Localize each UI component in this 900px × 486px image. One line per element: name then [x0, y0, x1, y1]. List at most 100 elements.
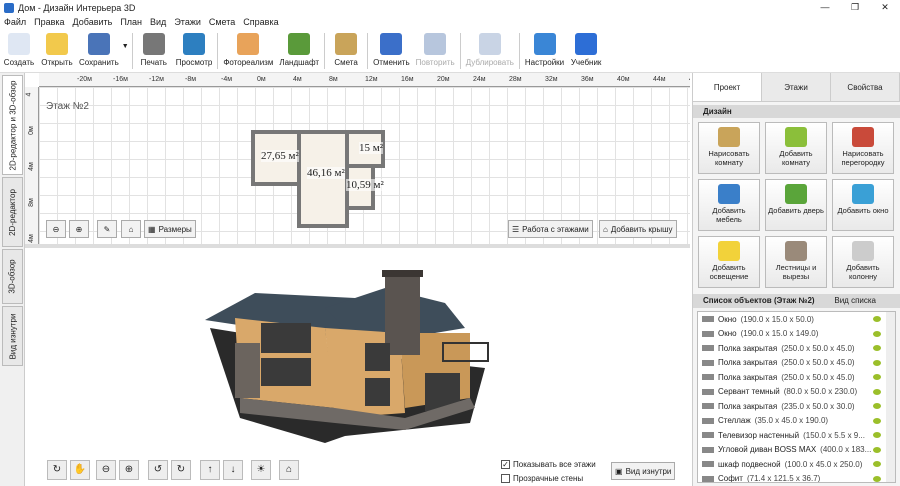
design-button[interactable]: Добавить колонну	[832, 236, 894, 288]
add-roof-button[interactable]: ⌂ Добавить крышу	[599, 220, 677, 238]
list-item[interactable]: Полка закрытая (250.0 x 50.0 x 45.0)	[698, 341, 895, 356]
design-button[interactable]: Лестницы и вырезы	[765, 236, 827, 288]
list-item[interactable]: шкаф подвесной (100.0 x 45.0 x 250.0)	[698, 457, 895, 472]
menu-view[interactable]: Вид	[150, 17, 166, 27]
list-item[interactable]: Угловой диван BOSS MAX (400.0 x 183...	[698, 443, 895, 458]
room[interactable]	[297, 130, 349, 228]
inside-view-button[interactable]: ▣ Вид изнутри	[611, 462, 676, 480]
object-icon	[702, 388, 714, 395]
create-button[interactable]: Создать	[0, 29, 38, 73]
tilt-up-button[interactable]: ↑	[200, 460, 220, 480]
list-item[interactable]: Стеллаж (35.0 x 45.0 x 190.0)	[698, 414, 895, 429]
design-button[interactable]: Добавить мебель	[698, 179, 760, 231]
visibility-eye-icon[interactable]	[873, 417, 881, 424]
list-item[interactable]: Полка закрытая (250.0 x 50.0 x 45.0)	[698, 370, 895, 385]
visibility-eye-icon[interactable]	[873, 432, 881, 439]
list-item[interactable]: Софит (71.4 x 121.5 x 36.7)	[698, 472, 895, 482]
plan-editor[interactable]: -20м -16м -12м -8м -4м 0м 4м 8м 12м 16м 20м 24м 28м 3…	[25, 73, 690, 244]
zoom-in-3d-button[interactable]: ⊕	[119, 460, 139, 480]
estimate-button[interactable]: Смета	[327, 29, 365, 73]
lighting-button[interactable]: ☀	[251, 460, 271, 480]
list-item[interactable]: Полка закрытая (235.0 x 50.0 x 30.0)	[698, 399, 895, 414]
redo-button[interactable]: Повторить	[413, 29, 458, 73]
rotate-360-button[interactable]: ↻	[47, 460, 67, 480]
menu-floors[interactable]: Этажи	[174, 17, 201, 27]
list-item[interactable]: Телевизор настенный (150.0 x 5.5 x 9...	[698, 428, 895, 443]
design-button[interactable]: Добавить комнату	[765, 122, 827, 174]
menu-file[interactable]: Файл	[4, 17, 26, 27]
floors-button[interactable]: ☰ Работа с этажами	[508, 220, 593, 238]
visibility-eye-icon[interactable]	[873, 446, 881, 453]
object-dimensions: (100.0 x 45.0 x 250.0)	[784, 459, 863, 469]
design-button[interactable]: Добавить окно	[832, 179, 894, 231]
menu-add[interactable]: Добавить	[73, 17, 113, 27]
zoom-in-button[interactable]: ⊕	[69, 220, 89, 238]
design-button[interactable]: Нарисовать перегородку	[832, 122, 894, 174]
home-button[interactable]: ⌂	[121, 220, 141, 238]
landscape-button[interactable]: Ландшафт	[276, 29, 322, 73]
menu-plan[interactable]: План	[120, 17, 142, 27]
window-icon	[852, 184, 874, 204]
sizes-button[interactable]: ▦ Размеры	[144, 220, 196, 238]
roof-icon: ⌂	[603, 224, 608, 234]
save-button[interactable]: Сохранить	[76, 29, 122, 73]
design-button[interactable]: Добавить дверь	[765, 179, 827, 231]
visibility-eye-icon[interactable]	[873, 330, 881, 337]
rotate-right-button[interactable]: ↻	[171, 460, 191, 480]
tab-2d-3d[interactable]: 2D-редактор и 3D-обзор	[2, 75, 23, 175]
list-item[interactable]: Сервант темный (80.0 x 50.0 x 230.0)	[698, 385, 895, 400]
zoom-out-3d-button[interactable]: ⊖	[96, 460, 116, 480]
measure-button[interactable]: ✎	[97, 220, 117, 238]
list-item[interactable]: Окно (190.0 x 15.0 x 50.0)	[698, 312, 895, 327]
close-icon[interactable]: ✕	[870, 0, 900, 15]
tilt-down-button[interactable]: ↓	[223, 460, 243, 480]
visibility-eye-icon[interactable]	[873, 403, 881, 410]
settings-button[interactable]: Настройки	[522, 29, 567, 73]
photorealism-button[interactable]: Фотореализм	[220, 29, 276, 73]
visibility-eye-icon[interactable]	[873, 461, 881, 468]
ruler-tick-label: 48м	[689, 76, 690, 83]
rotate-left-button[interactable]: ↺	[148, 460, 168, 480]
open-button[interactable]: Открыть	[38, 29, 76, 73]
transparent-walls-checkbox[interactable]: Прозрачные стены	[501, 474, 583, 483]
zoom-in-icon: ⊕	[124, 464, 134, 475]
show-all-floors-checkbox[interactable]: ✓ Показывать все этажи	[501, 460, 596, 469]
tutorial-button[interactable]: Учебник	[567, 29, 605, 73]
visibility-eye-icon[interactable]	[873, 345, 881, 352]
ruler-tick-label: 36м	[581, 76, 594, 83]
object-list[interactable]: Окно (190.0 x 15.0 x 50.0) Окно (190.0 x 15…	[697, 311, 896, 483]
tab-project[interactable]: Проект	[693, 73, 762, 101]
pan-button[interactable]: ✋	[70, 460, 90, 480]
tab-2d-editor[interactable]: 2D-редактор	[2, 177, 23, 247]
object-name: Стеллаж	[718, 416, 751, 426]
ruler-tick-label: 40м	[617, 76, 630, 83]
design-button[interactable]: Добавить освещение	[698, 236, 760, 288]
visibility-eye-icon[interactable]	[873, 475, 881, 482]
maximize-icon[interactable]: ❐	[840, 0, 870, 15]
tab-properties[interactable]: Свойства	[831, 73, 900, 101]
list-view-toggle[interactable]: Вид списка	[834, 294, 876, 308]
menu-help[interactable]: Справка	[243, 17, 278, 27]
visibility-eye-icon[interactable]	[873, 374, 881, 381]
menu-estimate[interactable]: Смета	[209, 17, 235, 27]
design-button[interactable]: Нарисовать комнату	[698, 122, 760, 174]
visibility-eye-icon[interactable]	[873, 359, 881, 366]
object-name: Окно	[718, 314, 737, 324]
minimize-icon[interactable]: —	[810, 0, 840, 15]
menu-edit[interactable]: Правка	[34, 17, 64, 27]
list-item[interactable]: Полка закрытая (250.0 x 50.0 x 45.0)	[698, 356, 895, 371]
tab-inside-view[interactable]: Вид изнутри	[2, 306, 23, 366]
zoom-out-button[interactable]: ⊖	[46, 220, 66, 238]
print-button[interactable]: Печать	[135, 29, 173, 73]
save-dropdown-icon[interactable]: ▼	[122, 43, 130, 50]
home-3d-button[interactable]: ⌂	[279, 460, 299, 480]
visibility-eye-icon[interactable]	[873, 388, 881, 395]
undo-button[interactable]: Отменить	[370, 29, 413, 73]
view-3d[interactable]	[25, 248, 690, 486]
list-item[interactable]: Окно (190.0 x 15.0 x 149.0)	[698, 327, 895, 342]
preview-button[interactable]: Просмотр	[173, 29, 216, 73]
visibility-eye-icon[interactable]	[873, 316, 881, 323]
tab-3d-view[interactable]: 3D-обзор	[2, 249, 23, 304]
duplicate-button[interactable]: Дублировать	[463, 29, 517, 73]
tab-floors[interactable]: Этажи	[762, 73, 831, 101]
